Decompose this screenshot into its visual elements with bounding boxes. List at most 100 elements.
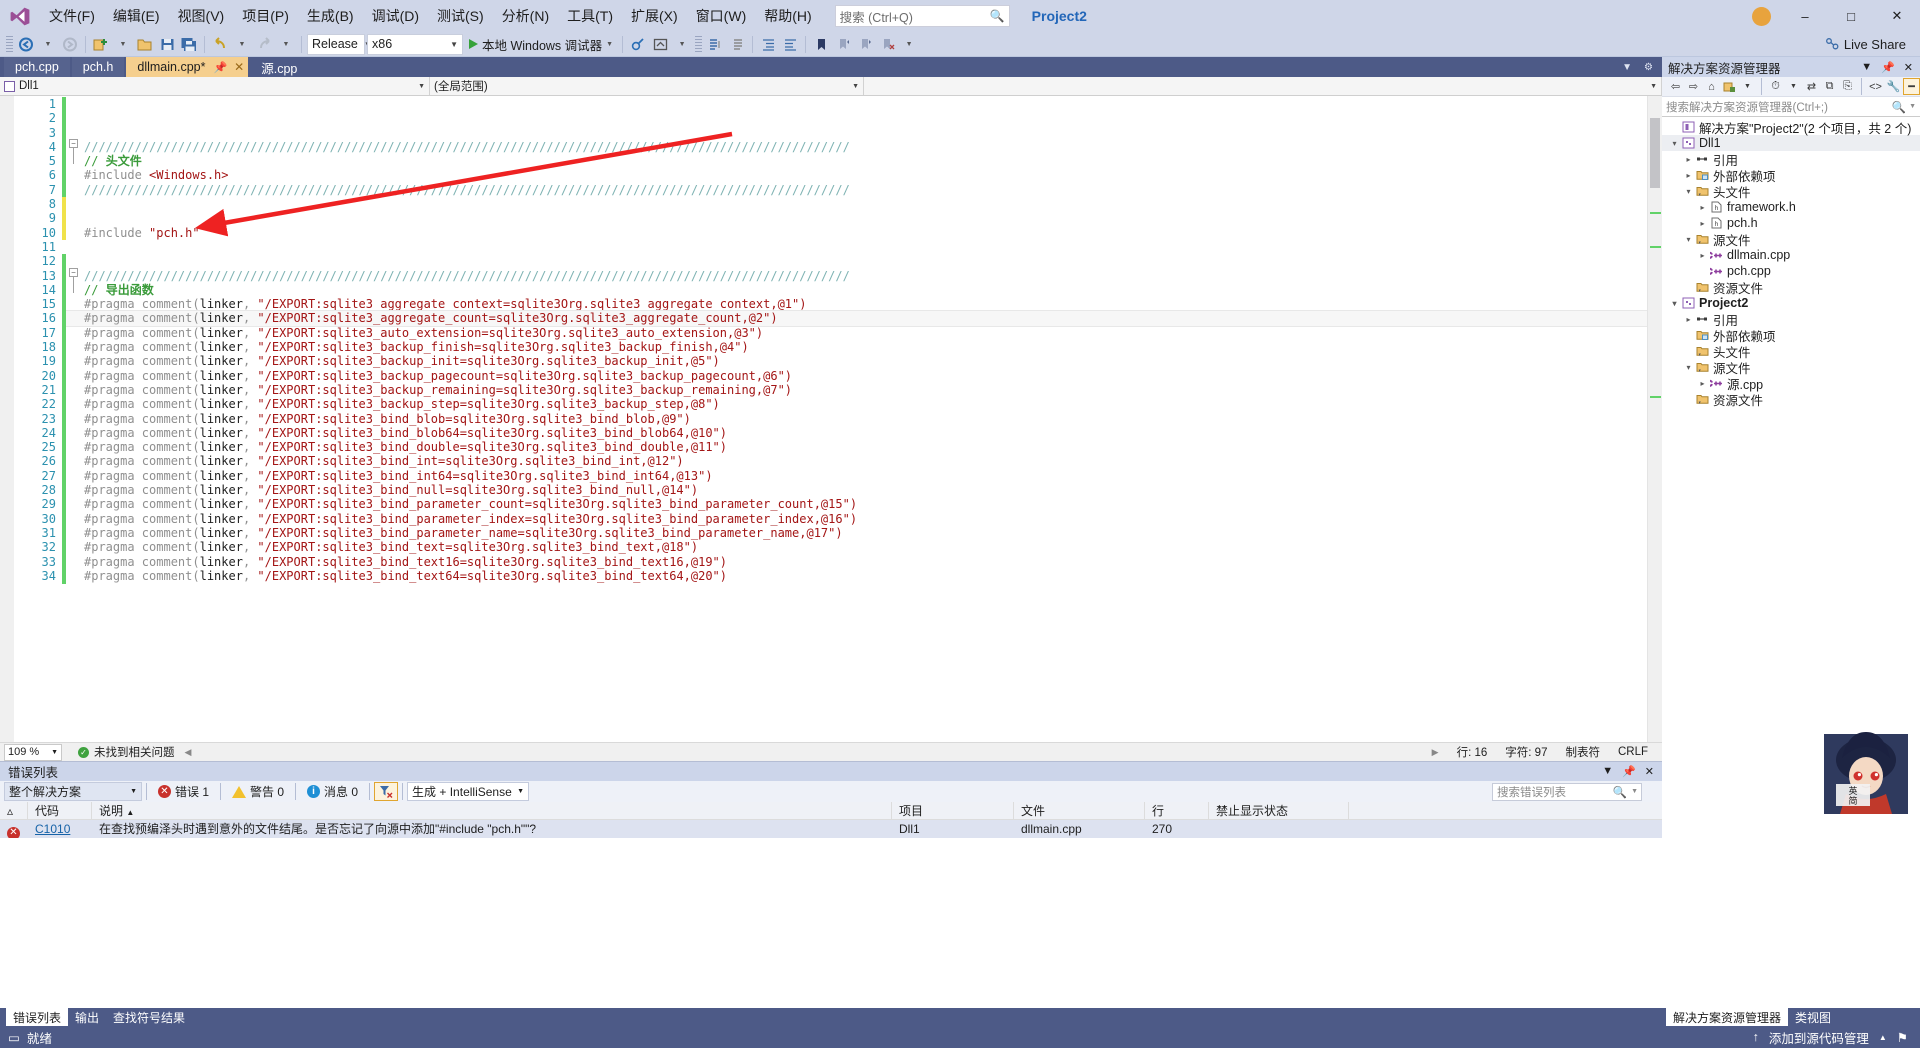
close-button[interactable]: ✕	[1874, 0, 1920, 32]
code-line[interactable]: #pragma comment(linker, "/EXPORT:sqlite3…	[66, 310, 1647, 327]
save-all-button[interactable]	[178, 33, 200, 55]
navigate-backward-button[interactable]	[15, 33, 37, 55]
uncomment-selection-button[interactable]	[726, 33, 748, 55]
code-line[interactable]: // 导出函数	[66, 283, 1647, 297]
code-line[interactable]: #pragma comment(linker, "/EXPORT:sqlite3…	[66, 340, 1647, 354]
code-line[interactable]	[66, 240, 1647, 254]
open-file-button[interactable]	[134, 33, 156, 55]
redo-button[interactable]	[253, 33, 275, 55]
tab-strip-settings-icon[interactable]: ⚙	[1639, 62, 1658, 73]
navigate-backward-dropdown[interactable]: ▼	[37, 33, 59, 55]
issue-status[interactable]: ✓ 未找到相关问题	[78, 744, 175, 760]
twisty-collapsed-icon[interactable]: ▸	[1682, 315, 1695, 324]
refresh-icon[interactable]: ⧉	[1821, 78, 1838, 95]
code-line[interactable]: #pragma comment(linker, "/EXPORT:sqlite3…	[66, 297, 1647, 311]
table-row[interactable]: ✕ C1010 在查找预编泽头时遇到意外的文件结尾。是否忘记了向源中添加"#in…	[0, 820, 1662, 838]
menu-tools[interactable]: 工具(T)	[558, 2, 622, 30]
column-suppression[interactable]: 禁止显示状态	[1209, 802, 1349, 820]
menu-view[interactable]: 视图(V)	[169, 2, 234, 30]
tree-node[interactable]: 解决方案"Project2"(2 个项目，共 2 个)	[1662, 119, 1920, 136]
selection-margin[interactable]	[0, 96, 14, 742]
menu-debug[interactable]: 调试(D)	[363, 2, 428, 30]
solution-explorer-search-input[interactable]: 搜索解决方案资源管理器(Ctrl+;) 🔍 ▼	[1662, 97, 1920, 117]
back-icon[interactable]: ⇦	[1667, 78, 1684, 95]
tree-node[interactable]: 头文件	[1662, 343, 1920, 360]
tab-pch-h[interactable]: pch.h	[71, 57, 125, 77]
twisty-expanded-icon[interactable]: ▾	[1668, 299, 1681, 308]
tab-list-dropdown[interactable]: ▼	[1617, 62, 1637, 73]
column-description[interactable]: 说明 ▲	[92, 802, 892, 820]
properties-icon[interactable]: 🔧	[1885, 78, 1902, 95]
code-line[interactable]: #pragma comment(linker, "/EXPORT:sqlite3…	[66, 454, 1647, 468]
tab-pch-cpp[interactable]: pch.cpp	[4, 57, 70, 77]
code-line[interactable]	[66, 97, 1647, 111]
live-share-button[interactable]: Live Share	[1811, 37, 1920, 52]
code-line[interactable]: #include <Windows.h>	[66, 168, 1647, 182]
tree-node[interactable]: pch.cpp	[1662, 263, 1920, 279]
save-button[interactable]	[156, 33, 178, 55]
redo-dropdown[interactable]: ▼	[275, 33, 297, 55]
code-line[interactable]: #pragma comment(linker, "/EXPORT:sqlite3…	[66, 440, 1647, 454]
tree-node[interactable]: ▾ 头文件	[1662, 183, 1920, 200]
menu-edit[interactable]: 编辑(E)	[104, 2, 169, 30]
code-line[interactable]: #pragma comment(linker, "/EXPORT:sqlite3…	[66, 483, 1647, 497]
solution-tree[interactable]: 解决方案"Project2"(2 个项目，共 2 个) ▾ Dll1 ▸ 引用 ▸ 外部依赖…	[1662, 117, 1920, 1008]
pin-icon[interactable]: 📌	[1622, 765, 1636, 778]
navigate-forward-button[interactable]	[59, 33, 81, 55]
code-line[interactable]: #pragma comment(linker, "/EXPORT:sqlite3…	[66, 469, 1647, 483]
code-line[interactable]: #pragma comment(linker, "/EXPORT:sqlite3…	[66, 354, 1647, 368]
code-line[interactable]: #pragma comment(linker, "/EXPORT:sqlite3…	[66, 326, 1647, 340]
panel-tab-output[interactable]: 输出	[68, 1008, 106, 1026]
code-line[interactable]: #pragma comment(linker, "/EXPORT:sqlite3…	[66, 369, 1647, 383]
issue-nav-right-icon[interactable]: ▶	[1432, 747, 1439, 758]
twisty-expanded-icon[interactable]: ▾	[1682, 235, 1695, 244]
solution-explorer-filter-icon[interactable]	[1721, 78, 1738, 95]
increase-indent-button[interactable]	[757, 33, 779, 55]
menu-help[interactable]: 帮助(H)	[755, 2, 820, 30]
collapse-all-icon[interactable]: ⎘	[1839, 78, 1856, 95]
add-to-source-control-label[interactable]: 添加到源代码管理	[1769, 1028, 1869, 1047]
code-line[interactable]: #pragma comment(linker, "/EXPORT:sqlite3…	[66, 526, 1647, 540]
menu-project[interactable]: 项目(P)	[233, 2, 298, 30]
tree-node[interactable]: ▸ h framework.h	[1662, 199, 1920, 215]
tree-node[interactable]: ▸ 源.cpp	[1662, 375, 1920, 392]
minimize-button[interactable]: –	[1782, 0, 1828, 32]
toolbar-grip[interactable]	[6, 35, 13, 53]
show-all-files-icon[interactable]: <>	[1867, 78, 1884, 95]
notifications-icon[interactable]: ⚑	[1897, 1030, 1908, 1045]
tree-node[interactable]: 外部依赖项	[1662, 327, 1920, 344]
menu-extensions[interactable]: 扩展(X)	[622, 2, 687, 30]
maximize-button[interactable]: □	[1828, 0, 1874, 32]
undo-button[interactable]	[209, 33, 231, 55]
close-icon[interactable]: ✕	[1645, 765, 1654, 778]
twisty-collapsed-icon[interactable]: ▸	[1682, 171, 1695, 180]
twisty-collapsed-icon[interactable]: ▸	[1696, 203, 1709, 212]
tab-dllmain-cpp[interactable]: dllmain.cpp* 📌 ✕	[126, 57, 249, 77]
code-line[interactable]	[66, 126, 1647, 140]
panel-dropdown-icon[interactable]: ▼	[1861, 61, 1872, 74]
code-line[interactable]: #pragma comment(linker, "/EXPORT:sqlite3…	[66, 540, 1647, 554]
clear-bookmarks-button[interactable]	[876, 33, 898, 55]
editor-vertical-scrollbar[interactable]	[1647, 96, 1662, 742]
menu-analyze[interactable]: 分析(N)	[493, 2, 558, 30]
code-line[interactable]	[66, 254, 1647, 268]
decrease-indent-button[interactable]	[779, 33, 801, 55]
tree-node[interactable]: 资源文件	[1662, 391, 1920, 408]
chevron-down-icon[interactable]: ▼	[1739, 78, 1756, 95]
twisty-collapsed-icon[interactable]: ▸	[1696, 219, 1709, 228]
code-line[interactable]: #pragma comment(linker, "/EXPORT:sqlite3…	[66, 383, 1647, 397]
tab-yuan-cpp[interactable]: 源.cpp	[250, 57, 309, 77]
error-search-input[interactable]: 搜索错误列表 🔍 ▼	[1492, 782, 1642, 801]
solution-platform-select[interactable]: x86 ▼	[367, 33, 463, 55]
panel-tab-error-list[interactable]: 错误列表	[6, 1008, 69, 1026]
forward-icon[interactable]: ⇨	[1685, 78, 1702, 95]
filter-errors-button[interactable]: ✕ 错误 1	[151, 782, 216, 801]
code-line[interactable]: ////////////////////////////////////////…	[66, 269, 1647, 283]
tree-node[interactable]: ▸ h pch.h	[1662, 215, 1920, 231]
menu-window[interactable]: 窗口(W)	[687, 2, 756, 30]
close-icon[interactable]: ✕	[1904, 61, 1913, 74]
error-scope-select[interactable]: 整个解决方案 ▼	[4, 782, 142, 801]
code-line[interactable]: #pragma comment(linker, "/EXPORT:sqlite3…	[66, 397, 1647, 411]
column-line[interactable]: 行	[1145, 802, 1209, 820]
menu-file[interactable]: 文件(F)	[40, 2, 104, 30]
